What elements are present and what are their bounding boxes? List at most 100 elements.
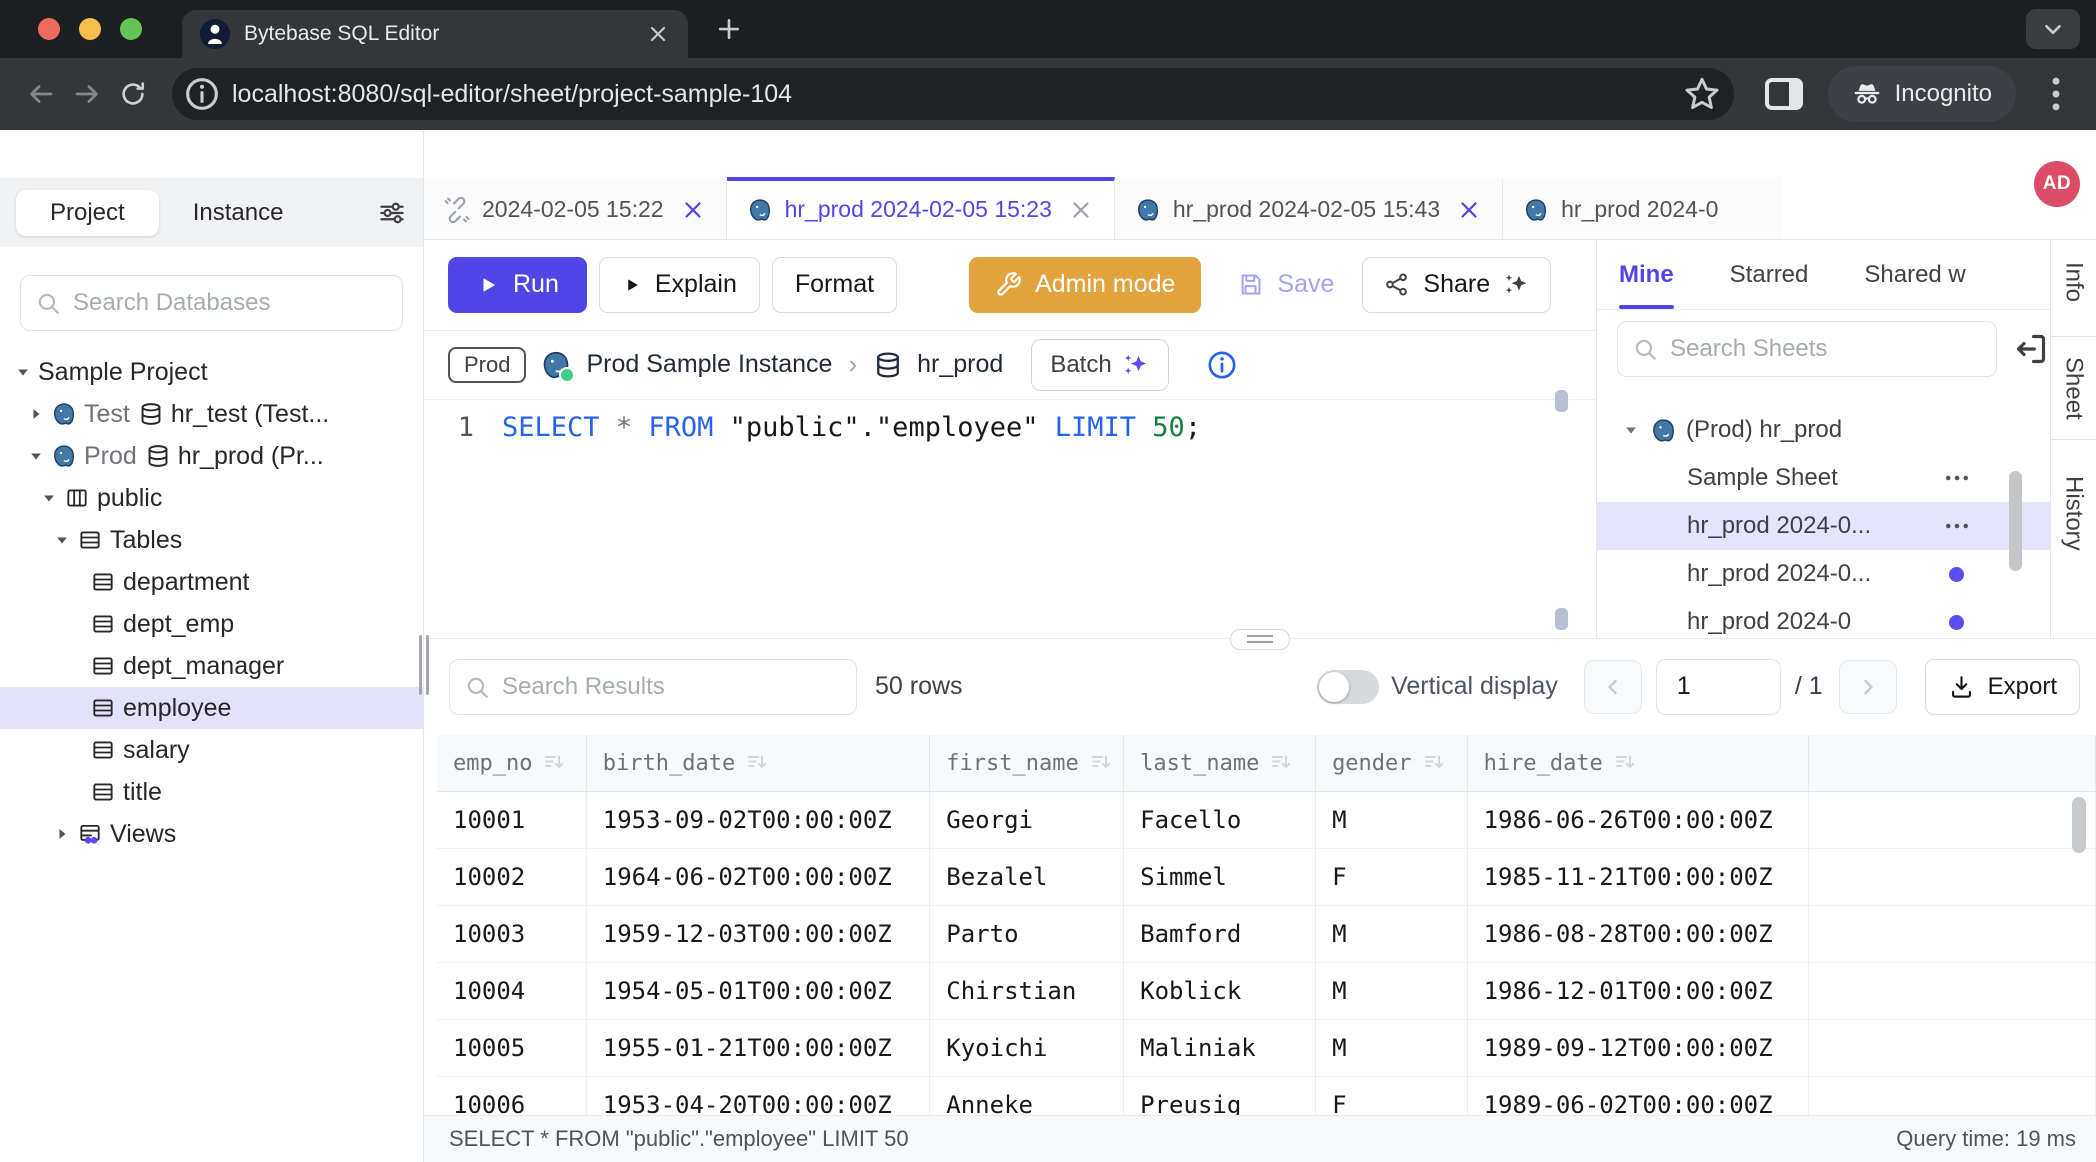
- format-button[interactable]: Format: [772, 257, 897, 313]
- url-text[interactable]: localhost:8080/sql-editor/sheet/project-…: [232, 80, 1682, 109]
- new-query-tab-button[interactable]: [1976, 164, 2016, 204]
- reload-button[interactable]: [110, 71, 156, 117]
- sort-icon[interactable]: [1613, 750, 1637, 774]
- window-close-button[interactable]: [38, 18, 60, 40]
- more-actions-icon[interactable]: [1942, 463, 1972, 493]
- table-scrollbar-thumb[interactable]: [2072, 797, 2086, 853]
- editor-tab-hr-prod-2024-0[interactable]: hr_prod 2024-0: [1503, 177, 1781, 239]
- tab-info[interactable]: Info: [2051, 258, 2096, 306]
- side-panel-icon[interactable]: [1760, 70, 1808, 118]
- cell-emp_no[interactable]: 10002: [437, 848, 586, 905]
- tab-sheet[interactable]: Sheet: [2051, 336, 2096, 441]
- tree-item-public[interactable]: public: [0, 477, 423, 519]
- tree-item-tables[interactable]: Tables: [0, 519, 423, 561]
- bookmark-star-icon[interactable]: [1682, 74, 1722, 114]
- editor-tab-hr-prod-2024-02-05-15-23[interactable]: hr_prod 2024-02-05 15:23: [727, 177, 1115, 239]
- more-actions-icon[interactable]: [1942, 511, 1972, 541]
- sheet-group-prod-hr-prod[interactable]: (Prod) hr_prod: [1597, 406, 2050, 454]
- cell-last_name[interactable]: Bamford: [1124, 905, 1316, 962]
- chevron-down-icon[interactable]: [1621, 420, 1641, 440]
- database-name[interactable]: hr_prod: [917, 350, 1003, 379]
- url-bar[interactable]: localhost:8080/sql-editor/sheet/project-…: [172, 68, 1734, 120]
- cell-birth_date[interactable]: 1953-09-02T00:00:00Z: [586, 791, 930, 848]
- chevron-right-icon[interactable]: [25, 404, 47, 424]
- col-header-emp_no[interactable]: emp_no: [437, 735, 586, 792]
- chevron-down-icon[interactable]: [12, 362, 34, 382]
- sort-icon[interactable]: [542, 750, 566, 774]
- sort-icon[interactable]: [745, 750, 769, 774]
- cell-first_name[interactable]: Georgi: [930, 791, 1124, 848]
- cell-hire_date[interactable]: 1986-12-01T00:00:00Z: [1467, 962, 1808, 1019]
- close-icon[interactable]: [1068, 197, 1094, 223]
- cell-hire_date[interactable]: 1989-06-02T00:00:00Z: [1467, 1076, 1808, 1115]
- cell-gender[interactable]: M: [1316, 905, 1468, 962]
- tree-item-department[interactable]: department: [0, 561, 423, 603]
- tree-item-title[interactable]: title: [0, 771, 423, 813]
- sort-icon[interactable]: [1269, 750, 1293, 774]
- tree-item-dept-emp[interactable]: dept_emp: [0, 603, 423, 645]
- browser-new-tab-button[interactable]: [714, 14, 744, 44]
- editor-tab-2024-02-05-15-22[interactable]: 2024-02-05 15:22: [424, 177, 727, 239]
- cell-hire_date[interactable]: 1986-06-26T00:00:00Z: [1467, 791, 1808, 848]
- back-button[interactable]: [18, 71, 64, 117]
- sidebar-resize-handle[interactable]: [419, 635, 429, 695]
- instance-name[interactable]: Prod Sample Instance: [586, 350, 832, 379]
- sql-editor[interactable]: 1 SELECT * FROM "public"."employee" LIMI…: [424, 400, 1596, 638]
- cell-last_name[interactable]: Maliniak: [1124, 1019, 1316, 1076]
- window-minimize-button[interactable]: [79, 18, 101, 40]
- sheet-item-hr-prod-2024-0[interactable]: hr_prod 2024-0: [1597, 598, 2050, 637]
- tree-item-salary[interactable]: salary: [0, 729, 423, 771]
- sheet-item-hr-prod-2024-0[interactable]: hr_prod 2024-0...: [1597, 550, 2050, 598]
- export-button[interactable]: Export: [1925, 659, 2080, 715]
- results-search-input[interactable]: [500, 672, 842, 702]
- col-header-hire_date[interactable]: hire_date: [1467, 735, 1808, 792]
- tab-project[interactable]: Project: [16, 190, 159, 236]
- tree-item-dept-manager[interactable]: dept_manager: [0, 645, 423, 687]
- user-avatar[interactable]: AD: [2034, 161, 2080, 207]
- forward-button[interactable]: [64, 71, 110, 117]
- cell-gender[interactable]: F: [1316, 848, 1468, 905]
- panel-resize-handle[interactable]: [1230, 629, 1290, 650]
- cell-hire_date[interactable]: 1989-09-12T00:00:00Z: [1467, 1019, 1808, 1076]
- col-header-first_name[interactable]: first_name: [930, 735, 1124, 792]
- cell-emp_no[interactable]: 10001: [437, 791, 586, 848]
- tree-item-views[interactable]: Views: [0, 813, 423, 855]
- import-sheet-icon[interactable]: [2011, 329, 2051, 369]
- window-zoom-button[interactable]: [120, 18, 142, 40]
- editor-tab-hr-prod-2024-02-05-15-43[interactable]: hr_prod 2024-02-05 15:43: [1115, 177, 1503, 239]
- sheet-item-sample-sheet[interactable]: Sample Sheet: [1597, 454, 2050, 502]
- cell-hire_date[interactable]: 1986-08-28T00:00:00Z: [1467, 905, 1808, 962]
- filter-settings-icon[interactable]: [377, 198, 407, 228]
- cell-birth_date[interactable]: 1959-12-03T00:00:00Z: [586, 905, 930, 962]
- sheet-list-scrollbar-thumb[interactable]: [2009, 471, 2022, 571]
- page-number-input[interactable]: [1656, 659, 1781, 715]
- tree-item-hr-test-test[interactable]: Testhr_test (Test...: [0, 393, 423, 435]
- cell-emp_no[interactable]: 10003: [437, 905, 586, 962]
- prev-page-button[interactable]: [1584, 660, 1642, 714]
- col-header-birth_date[interactable]: birth_date: [586, 735, 930, 792]
- database-search-input[interactable]: [71, 288, 388, 318]
- share-button[interactable]: Share: [1362, 257, 1551, 313]
- browser-tab-close-icon[interactable]: [646, 22, 670, 46]
- cell-last_name[interactable]: Facello: [1124, 791, 1316, 848]
- cell-last_name[interactable]: Koblick: [1124, 962, 1316, 1019]
- info-circle-icon[interactable]: [1205, 348, 1239, 382]
- cell-birth_date[interactable]: 1954-05-01T00:00:00Z: [586, 962, 930, 1019]
- tree-item-employee[interactable]: employee: [0, 687, 423, 729]
- chevron-down-icon[interactable]: [51, 530, 73, 550]
- cell-first_name[interactable]: Bezalel: [930, 848, 1124, 905]
- sheet-search-input[interactable]: [1668, 334, 1982, 364]
- chevron-right-icon[interactable]: [51, 824, 73, 844]
- sort-icon[interactable]: [1422, 750, 1446, 774]
- save-button[interactable]: Save: [1223, 257, 1348, 313]
- close-icon[interactable]: [1456, 197, 1482, 223]
- tab-shared[interactable]: Shared w: [1864, 240, 1965, 310]
- tab-search-chevron-button[interactable]: [2026, 9, 2080, 49]
- tab-starred[interactable]: Starred: [1730, 240, 1809, 310]
- cell-emp_no[interactable]: 10005: [437, 1019, 586, 1076]
- editor-scrollbar-bottom[interactable]: [1555, 608, 1568, 630]
- cell-first_name[interactable]: Anneke: [930, 1076, 1124, 1115]
- sort-icon[interactable]: [1089, 750, 1113, 774]
- tree-item-hr-prod-pr[interactable]: Prodhr_prod (Pr...: [0, 435, 423, 477]
- sql-code-line[interactable]: SELECT * FROM "public"."employee" LIMIT …: [502, 400, 1201, 638]
